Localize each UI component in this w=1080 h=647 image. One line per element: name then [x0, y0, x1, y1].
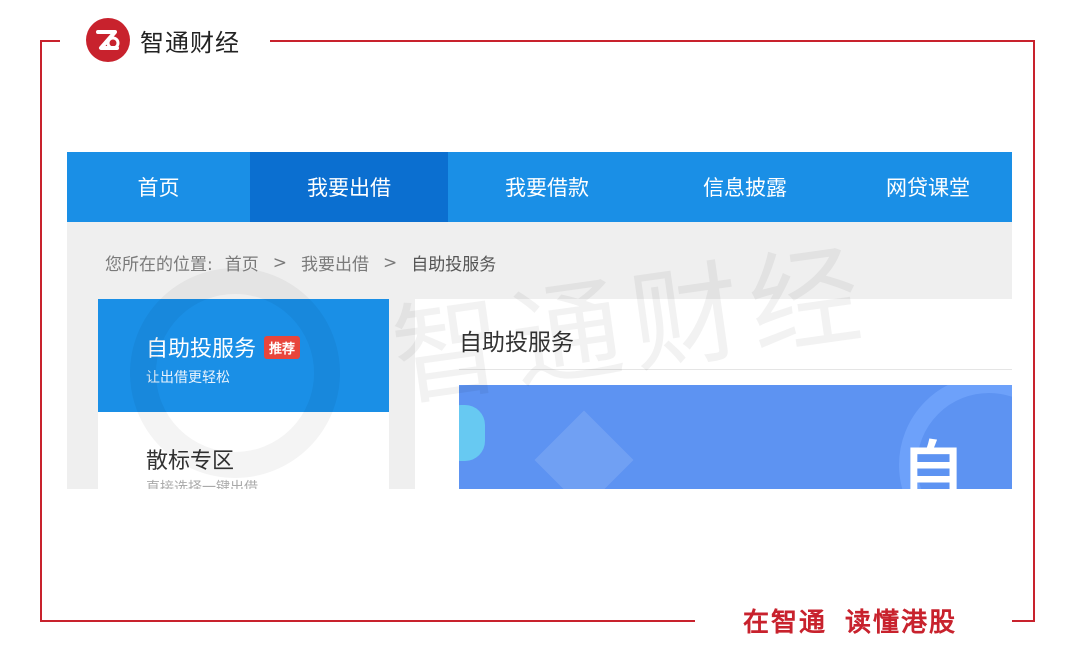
sidebar-item-label: 自助投服务	[146, 337, 257, 362]
slogan-part2: 读懂港股	[845, 607, 958, 638]
sidebar: 自助投服务 推荐 让出借更轻松 散标专区 直接选择一键出借	[98, 299, 389, 489]
nav-item-borrow[interactable]: 我要借款	[448, 152, 646, 222]
nav-item-home[interactable]: 首页	[67, 152, 250, 222]
nav-item-classroom[interactable]: 网贷课堂	[844, 152, 1012, 222]
frame-border	[270, 40, 1035, 42]
content-title: 自助投服务	[459, 330, 574, 356]
footer-slogan: 在智通 读懂港股	[700, 602, 1000, 638]
sidebar-item-subtitle: 让出借更轻松	[146, 370, 230, 386]
main-nav: 首页 我要出借 我要借款 信息披露 网贷课堂	[67, 152, 1012, 222]
frame-border	[40, 40, 60, 42]
nav-item-disclosure[interactable]: 信息披露	[646, 152, 844, 222]
frame-border	[1012, 620, 1035, 622]
zhitong-logo-icon	[86, 18, 130, 62]
breadcrumb-link-lend[interactable]: 我要出借	[301, 250, 369, 275]
content-panel: 自助投服务 自助	[415, 299, 1012, 489]
divider	[459, 369, 1012, 370]
banner-decoration	[459, 405, 485, 461]
breadcrumb-prefix: 您所在的位置:	[105, 255, 213, 275]
brand-name: 智通财经	[140, 28, 240, 57]
breadcrumb-separator: >	[272, 252, 287, 273]
breadcrumb: 您所在的位置: 首页 > 我要出借 > 自助投服务	[105, 250, 497, 276]
nav-item-lend[interactable]: 我要出借	[250, 152, 448, 222]
breadcrumb-separator: >	[382, 252, 398, 273]
sidebar-item-title: 自助投服务 推荐	[146, 331, 301, 363]
website-screenshot: 首页 我要出借 我要借款 信息披露 网贷课堂 您所在的位置: 首页 > 我要出借…	[67, 152, 1012, 489]
sidebar-item-auto-invest[interactable]: 自助投服务 推荐 让出借更轻松	[98, 299, 389, 412]
brand-header: 智通财经	[86, 18, 248, 62]
frame-border	[40, 620, 695, 622]
sidebar-item-subtitle: 直接选择一键出借	[146, 480, 258, 489]
frame-border	[40, 40, 42, 622]
slogan-part1: 在智通	[742, 607, 827, 638]
breadcrumb-current: 自助投服务	[411, 255, 497, 275]
recommend-badge: 推荐	[264, 335, 301, 359]
banner-decoration	[534, 410, 634, 489]
promo-banner[interactable]: 自助	[459, 385, 1012, 489]
sidebar-item-label: 散标专区	[146, 449, 235, 474]
frame-border	[1033, 40, 1035, 622]
breadcrumb-link-home[interactable]: 首页	[225, 250, 259, 275]
banner-title: 自助	[901, 436, 969, 489]
